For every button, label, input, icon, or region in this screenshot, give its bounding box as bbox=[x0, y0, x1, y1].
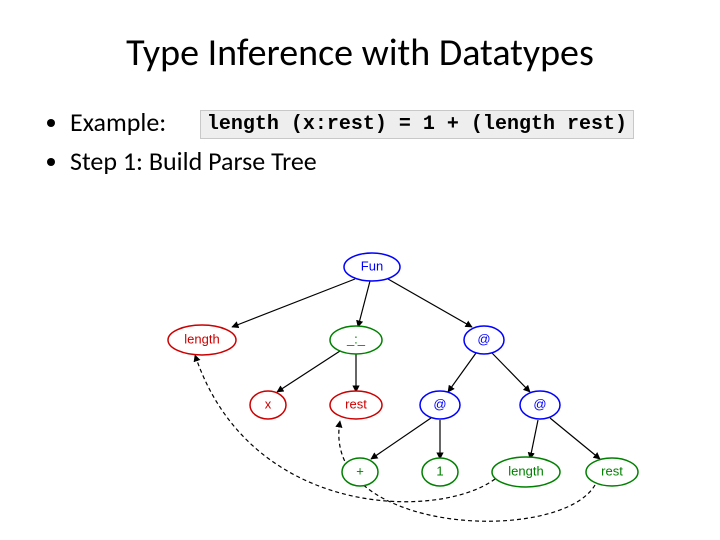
node-fun: Fun bbox=[344, 253, 400, 281]
bullet-example: Example: length (x:rest) = 1 + (length r… bbox=[70, 106, 680, 139]
bullet-list: Example: length (x:rest) = 1 + (length r… bbox=[40, 106, 680, 177]
edge-apptop-appplus bbox=[448, 353, 476, 392]
node-cons: _:_ bbox=[330, 326, 382, 354]
bullet-step1: Step 1: Build Parse Tree bbox=[70, 145, 680, 177]
node-app-plus: @ bbox=[420, 391, 460, 419]
svg-text:@: @ bbox=[533, 396, 546, 411]
node-app-len: @ bbox=[520, 391, 560, 419]
node-one: 1 bbox=[422, 458, 458, 486]
edge-applen-rest bbox=[550, 418, 600, 459]
svg-text:rest: rest bbox=[601, 463, 623, 478]
edge-fun-apptop bbox=[388, 279, 472, 327]
svg-text:@: @ bbox=[477, 331, 490, 346]
node-app-top: @ bbox=[464, 326, 504, 354]
tree-edges bbox=[232, 279, 600, 459]
svg-text:length: length bbox=[508, 463, 543, 478]
example-label: Example: bbox=[70, 106, 180, 138]
edge-fun-cons bbox=[358, 281, 370, 327]
node-x: x bbox=[250, 391, 286, 419]
slide: Type Inference with Datatypes Example: l… bbox=[0, 0, 720, 540]
node-rest-def: rest bbox=[330, 391, 382, 419]
svg-text:_:_: _:_ bbox=[346, 331, 366, 346]
example-code: length (x:rest) = 1 + (length rest) bbox=[200, 110, 634, 139]
svg-text:rest: rest bbox=[345, 396, 367, 411]
parse-tree-svg: Fun length _:_ @ x bbox=[140, 245, 640, 535]
svg-text:@: @ bbox=[433, 396, 446, 411]
node-rest-use: rest bbox=[586, 458, 638, 486]
edge-fun-length bbox=[232, 279, 355, 327]
svg-text:+: + bbox=[356, 463, 364, 478]
edge-appplus-plus bbox=[371, 418, 431, 459]
svg-text:length: length bbox=[184, 331, 219, 346]
edge-applen-length bbox=[530, 420, 538, 459]
svg-text:1: 1 bbox=[436, 463, 443, 478]
node-plus: + bbox=[342, 458, 378, 486]
node-length-def: length bbox=[168, 325, 236, 355]
svg-text:Fun: Fun bbox=[361, 258, 383, 273]
edge-apptop-applen bbox=[492, 353, 530, 392]
svg-text:x: x bbox=[265, 396, 272, 411]
parse-tree-diagram: Fun length _:_ @ x bbox=[140, 245, 640, 535]
binding-edges bbox=[195, 355, 595, 521]
node-length-use: length bbox=[492, 457, 560, 487]
page-title: Type Inference with Datatypes bbox=[40, 30, 680, 76]
edge-cons-x bbox=[277, 351, 340, 392]
